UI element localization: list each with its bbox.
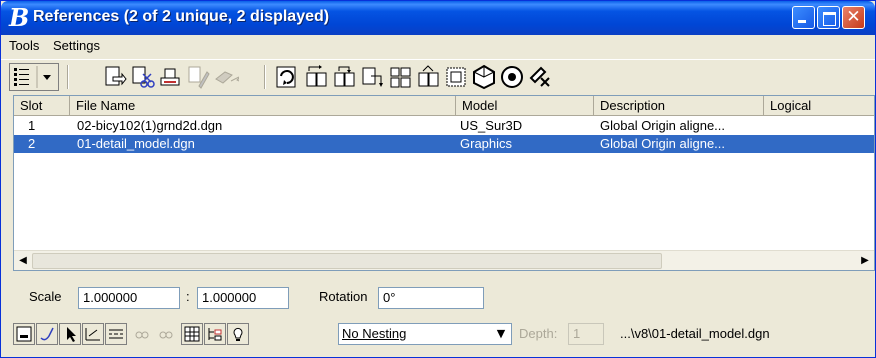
window-title: References (2 of 2 unique, 2 displayed) (33, 8, 330, 25)
move-copy-tool[interactable] (213, 64, 257, 90)
lights-toggle[interactable] (227, 323, 249, 345)
scroll-right-arrow-icon[interactable]: ▶ (857, 253, 873, 269)
mirror-v-icon (362, 67, 383, 87)
lightbulb-icon (233, 327, 243, 341)
delete-clip-icon (473, 64, 495, 90)
levels-toggle[interactable] (181, 323, 203, 345)
snap-toggle[interactable] (36, 323, 58, 345)
move-icon (215, 71, 254, 85)
unload-tool[interactable] (527, 64, 553, 90)
rotation-field[interactable]: 0° (378, 287, 484, 309)
cell-file-name: 02-bicy102(1)grnd2d.dgn (77, 118, 223, 133)
attach-reference-icon (105, 66, 127, 86)
clip-front-tool[interactable] (443, 64, 469, 90)
attach-reference-tool[interactable] (101, 64, 127, 90)
grid-icon (184, 326, 200, 342)
scale-reference-field[interactable]: 1.000000 (197, 287, 289, 309)
cell-description: Global Origin aligne... (600, 136, 726, 151)
cell-slot: 1 (28, 118, 36, 133)
reload-tool[interactable] (157, 64, 183, 90)
column-header-description[interactable]: Description (594, 96, 764, 116)
scale-master-field[interactable]: 1.000000 (78, 287, 180, 309)
display-toggle[interactable] (13, 323, 35, 345)
merge-icon (501, 66, 523, 88)
column-header-model[interactable]: Model (456, 96, 594, 116)
cell-file-name: 01-detail_model.dgn (77, 136, 195, 151)
table-row-selected[interactable]: 2 01-detail_model.dgn Graphics Global Or… (14, 135, 874, 153)
clip-front-icon (446, 67, 466, 87)
list-view-icon (14, 66, 51, 88)
list-header: Slot File Name Model Description Logical (14, 96, 874, 116)
hierarchy-toggle[interactable] (204, 323, 226, 345)
scroll-left-arrow-icon[interactable]: ◀ (15, 253, 31, 269)
close-icon: ✕ (846, 7, 861, 27)
microstation-logo-icon: B (9, 3, 30, 32)
column-header-logical[interactable]: Logical (764, 96, 874, 116)
nesting-dropdown[interactable]: No Nesting ▼ (338, 323, 512, 345)
line-styles-icon (109, 329, 123, 339)
clip-boundary-tool[interactable] (387, 64, 413, 90)
delete-clip-tool[interactable] (471, 64, 497, 90)
detach-reference-tool[interactable] (129, 64, 155, 90)
menu-settings[interactable]: Settings (53, 38, 100, 53)
snap-icon (40, 327, 54, 341)
clip-boundary-icon (390, 67, 411, 88)
cell-model: Graphics (460, 136, 513, 151)
rotate-tool[interactable] (303, 64, 329, 90)
menu-tools[interactable]: Tools (9, 38, 39, 53)
disabled-link-icon (135, 331, 173, 339)
mirror-horizontal-tool[interactable] (331, 64, 357, 90)
title-bar[interactable]: B References (2 of 2 unique, 2 displayed… (1, 1, 875, 35)
detach-reference-icon (132, 66, 155, 88)
hilite-tool[interactable] (273, 64, 299, 90)
scale-label: Scale (29, 289, 62, 304)
scale-separator: : (186, 289, 190, 304)
true-scale-icon (85, 328, 100, 341)
hilite-icon (276, 66, 296, 88)
toolbar (1, 59, 875, 93)
mirror-h-icon (334, 66, 355, 87)
column-header-file-name[interactable]: File Name (70, 96, 456, 116)
file-path-text: ...\v8\01-detail_model.dgn (620, 326, 770, 341)
disabled-tools (131, 325, 177, 345)
depth-label: Depth: (519, 326, 558, 341)
clip-mask-tool[interactable] (415, 64, 441, 90)
true-scale-toggle[interactable] (82, 323, 104, 345)
scrollbar-thumb[interactable] (32, 253, 662, 269)
exchange-tool[interactable] (185, 64, 211, 90)
chevron-down-icon[interactable]: ▼ (493, 325, 509, 343)
depth-field[interactable]: 1 (568, 323, 604, 345)
clip-mask-icon (418, 65, 439, 87)
mirror-vertical-tool[interactable] (359, 64, 385, 90)
cell-slot: 2 (28, 136, 36, 151)
display-icon (16, 326, 32, 342)
references-window: B References (2 of 2 unique, 2 displayed… (0, 0, 876, 358)
cell-model: US_Sur3D (460, 118, 523, 133)
close-button[interactable]: ✕ (842, 6, 865, 29)
cell-description: Global Origin aligne... (600, 118, 726, 133)
reload-icon (160, 68, 180, 86)
column-header-slot[interactable]: Slot (14, 96, 70, 116)
rotate-icon (306, 65, 327, 87)
list-view-dropdown[interactable] (9, 63, 59, 91)
minimize-button[interactable] (792, 6, 815, 29)
rotation-label: Rotation (319, 289, 368, 304)
merge-tool[interactable] (499, 64, 525, 90)
nesting-value: No Nesting (342, 326, 407, 341)
menu-bar: Tools Settings (1, 35, 875, 59)
scale-line-styles-toggle[interactable] (105, 323, 127, 345)
locate-arrow-icon (67, 327, 76, 342)
hierarchy-icon (208, 328, 222, 341)
locate-toggle[interactable] (59, 323, 81, 345)
unload-icon (529, 66, 550, 87)
table-row[interactable]: 1 02-bicy102(1)grnd2d.dgn US_Sur3D Globa… (14, 117, 874, 135)
references-list[interactable]: Slot File Name Model Description Logical… (13, 95, 875, 271)
maximize-button[interactable] (817, 6, 840, 29)
horizontal-scrollbar[interactable]: ◀ ▶ (14, 250, 874, 270)
exchange-icon (188, 66, 210, 89)
